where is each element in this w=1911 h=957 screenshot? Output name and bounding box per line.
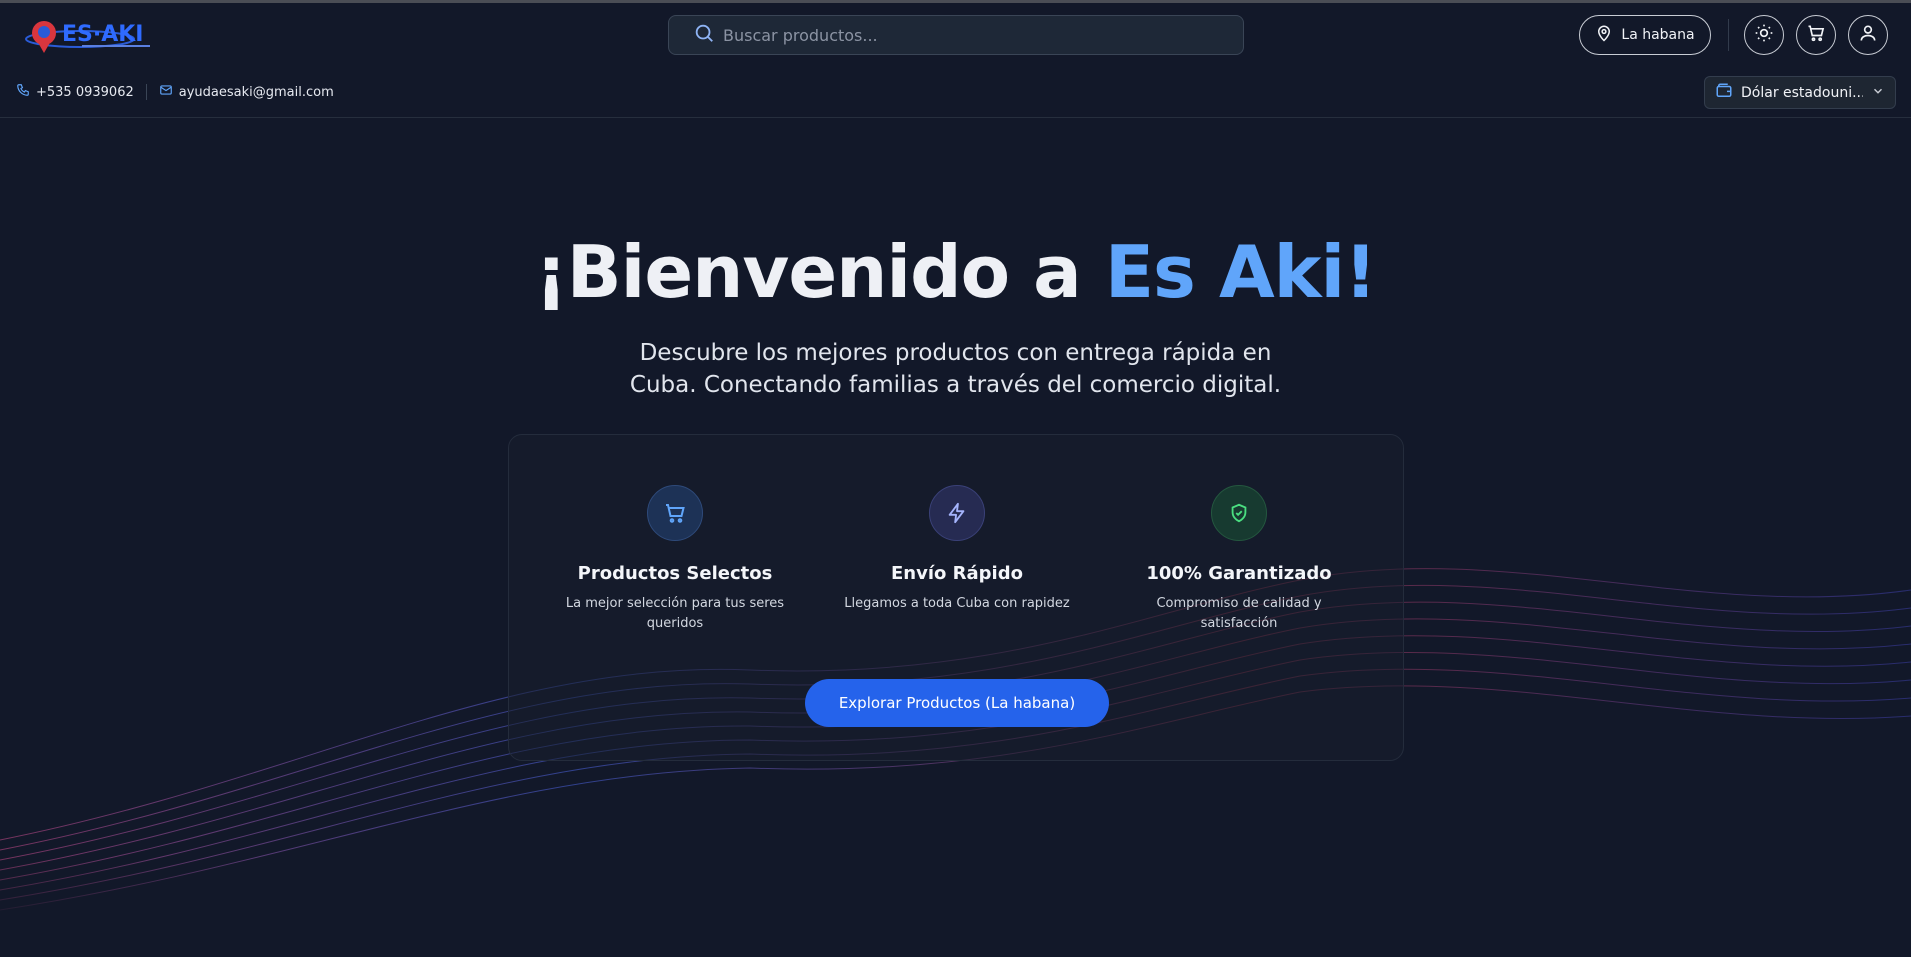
features-card: Productos Selectos La mejor selección pa…	[508, 434, 1404, 761]
explore-products-button[interactable]: Explorar Productos (La habana)	[805, 679, 1109, 727]
cart-icon	[647, 485, 703, 541]
theme-toggle-button[interactable]	[1744, 15, 1784, 55]
feature-title: Productos Selectos	[577, 563, 773, 584]
search-icon	[693, 22, 715, 48]
feature-description: Compromiso de calidad y satisfacción	[1156, 596, 1322, 631]
chevron-down-icon	[1871, 84, 1885, 102]
cart-icon	[1806, 23, 1826, 47]
shield-check-icon	[1211, 485, 1267, 541]
feature-title: 100% Garantizado	[1146, 563, 1332, 584]
hero-title: ¡Bienvenido a Es Aki!	[0, 230, 1911, 314]
currency-selected: Dólar estadouni...	[1741, 84, 1863, 101]
contact-separator	[145, 84, 147, 100]
feature-title: Envío Rápido	[891, 563, 1023, 584]
feature-garantizado: 100% Garantizado Compromiso de calidad y…	[1119, 485, 1359, 634]
phone-icon	[16, 83, 30, 101]
contact-email[interactable]: ayudaesaki@gmail.com	[159, 83, 334, 101]
map-pin-icon	[1595, 24, 1613, 46]
feature-productos-selectos: Productos Selectos La mejor selección pa…	[555, 485, 795, 634]
user-account-button[interactable]	[1848, 15, 1888, 55]
feature-description: La mejor selección para tus seres querid…	[565, 596, 785, 631]
sun-icon	[1754, 23, 1774, 47]
hero-subtitle: Descubre los mejores productos con entre…	[629, 340, 1282, 398]
email-address: ayudaesaki@gmail.com	[178, 84, 334, 100]
wallet-icon	[1715, 82, 1733, 104]
cart-button[interactable]	[1796, 15, 1836, 55]
currency-select[interactable]: Dólar estadouni...	[1704, 76, 1896, 109]
hero-title-brand: Es Aki!	[1104, 230, 1377, 314]
es-aki-logo[interactable]: ES·AKI	[24, 15, 156, 57]
mail-icon	[159, 83, 173, 101]
phone-number: +535 0939062	[36, 84, 134, 100]
hero-title-prefix: ¡Bienvenido a	[534, 230, 1105, 314]
site-header: ES·AKI La habana	[0, 3, 1911, 69]
user-icon	[1858, 23, 1878, 47]
lightning-icon	[929, 485, 985, 541]
contact-phone[interactable]: +535 0939062	[16, 83, 134, 101]
contact-bar: +535 0939062 ayudaesaki@gmail.com	[16, 82, 334, 102]
svg-text:ES·AKI: ES·AKI	[62, 22, 144, 47]
location-button[interactable]: La habana	[1579, 15, 1711, 55]
header-bottom-border	[0, 117, 1911, 118]
header-divider	[1728, 19, 1729, 51]
search-bar[interactable]	[668, 15, 1244, 55]
feature-envio-rapido: Envío Rápido Llegamos a toda Cuba con ra…	[837, 485, 1077, 614]
location-label: La habana	[1621, 27, 1695, 43]
search-input[interactable]	[723, 25, 1223, 45]
feature-description: Llegamos a toda Cuba con rapidez	[844, 596, 1070, 611]
